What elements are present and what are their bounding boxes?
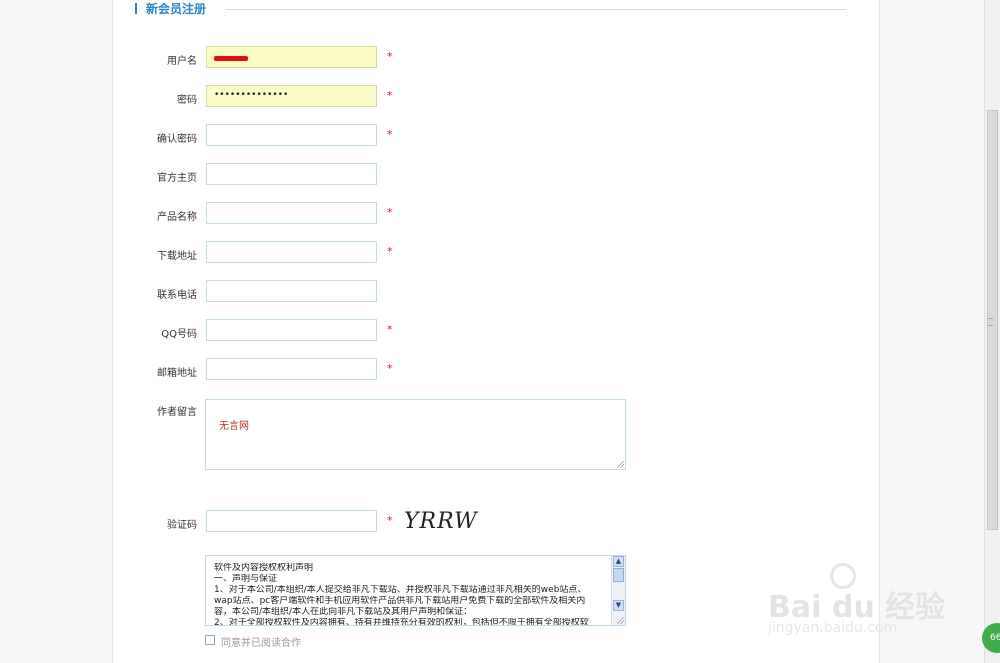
captcha-label: 验证码 bbox=[167, 520, 197, 531]
license-line: 一、声明与保证 bbox=[214, 574, 278, 584]
required-mark: * bbox=[387, 245, 393, 258]
message-textarea[interactable]: 无言网 bbox=[205, 399, 626, 470]
required-mark: * bbox=[387, 50, 393, 63]
agree-label: 同意并已阅读合作 bbox=[221, 638, 301, 649]
password-label: 密码 bbox=[177, 95, 197, 106]
license-textarea[interactable]: 软件及内容授权权利声明 一、声明与保证 1、对于本公司/本组织/本人提交给非凡下… bbox=[205, 555, 626, 626]
confirm-password-label: 确认密码 bbox=[157, 134, 197, 145]
agree-checkbox[interactable] bbox=[205, 635, 215, 645]
required-mark: * bbox=[387, 128, 393, 141]
resize-handle-icon[interactable] bbox=[617, 461, 624, 468]
scroll-down-icon[interactable]: ▼ bbox=[613, 600, 624, 611]
license-content: 软件及内容授权权利声明 一、声明与保证 1、对于本公司/本组织/本人提交给非凡下… bbox=[214, 563, 610, 626]
download-url-label: 下载地址 bbox=[157, 251, 197, 262]
download-url-input[interactable] bbox=[206, 241, 377, 263]
watermark-domain: jingyan.baidu.com bbox=[768, 620, 898, 636]
captcha-input[interactable] bbox=[206, 510, 377, 532]
required-mark: * bbox=[387, 323, 393, 336]
license-line: 2、对于全部授权软件及内容拥有、持有并维持充分有效的权利，包括但不限于拥有全部授… bbox=[214, 618, 589, 626]
license-scrollbar[interactable]: ▲ ▼ bbox=[611, 556, 625, 625]
required-mark: * bbox=[387, 514, 393, 527]
required-mark: * bbox=[387, 89, 393, 102]
baidu-jingyan-watermark: Bai du 经验 jingyan.baidu.com bbox=[768, 560, 958, 640]
captcha-image[interactable]: YRRW bbox=[404, 509, 478, 534]
license-line: 容，本公司/本组织/本人在此向非凡下载站及其用户声明和保证： bbox=[214, 607, 473, 617]
scroll-up-icon[interactable]: ▲ bbox=[613, 556, 624, 567]
scroll-grip-icon bbox=[988, 318, 993, 326]
license-line: wap站点、pc客户端软件和手机应用软件产品供非凡下载站用户免费下载的全部软件及… bbox=[214, 596, 586, 606]
section-title: 新会员注册 bbox=[146, 2, 207, 16]
qq-input[interactable] bbox=[206, 319, 377, 341]
confirm-password-input[interactable] bbox=[206, 124, 377, 146]
message-text: 无言网 bbox=[219, 421, 249, 432]
required-mark: * bbox=[387, 206, 393, 219]
section-divider bbox=[226, 9, 846, 10]
scroll-thumb[interactable] bbox=[613, 568, 624, 582]
phone-label: 联系电话 bbox=[157, 290, 197, 301]
license-line: 软件及内容授权权利声明 bbox=[214, 563, 314, 573]
homepage-label: 官方主页 bbox=[157, 173, 197, 184]
password-mask: •••••••••••••• bbox=[214, 90, 289, 100]
email-label: 邮箱地址 bbox=[157, 368, 197, 379]
license-line: 1、对于本公司/本组织/本人提交给非凡下载站、并授权非凡下载站通过非凡相关的we… bbox=[214, 585, 587, 595]
phone-input[interactable] bbox=[206, 280, 377, 302]
message-label: 作者留言 bbox=[157, 407, 197, 418]
page-scrollbar[interactable] bbox=[984, 0, 1000, 663]
email-input[interactable] bbox=[206, 358, 377, 380]
product-name-label: 产品名称 bbox=[157, 212, 197, 223]
resize-handle-icon[interactable] bbox=[617, 617, 624, 624]
homepage-input[interactable] bbox=[206, 163, 377, 185]
section-bar bbox=[135, 3, 137, 14]
qq-label: QQ号码 bbox=[161, 329, 197, 340]
product-name-input[interactable] bbox=[206, 202, 377, 224]
username-label: 用户名 bbox=[167, 56, 197, 67]
required-mark: * bbox=[387, 362, 393, 375]
redacted-username-mark bbox=[214, 56, 248, 61]
